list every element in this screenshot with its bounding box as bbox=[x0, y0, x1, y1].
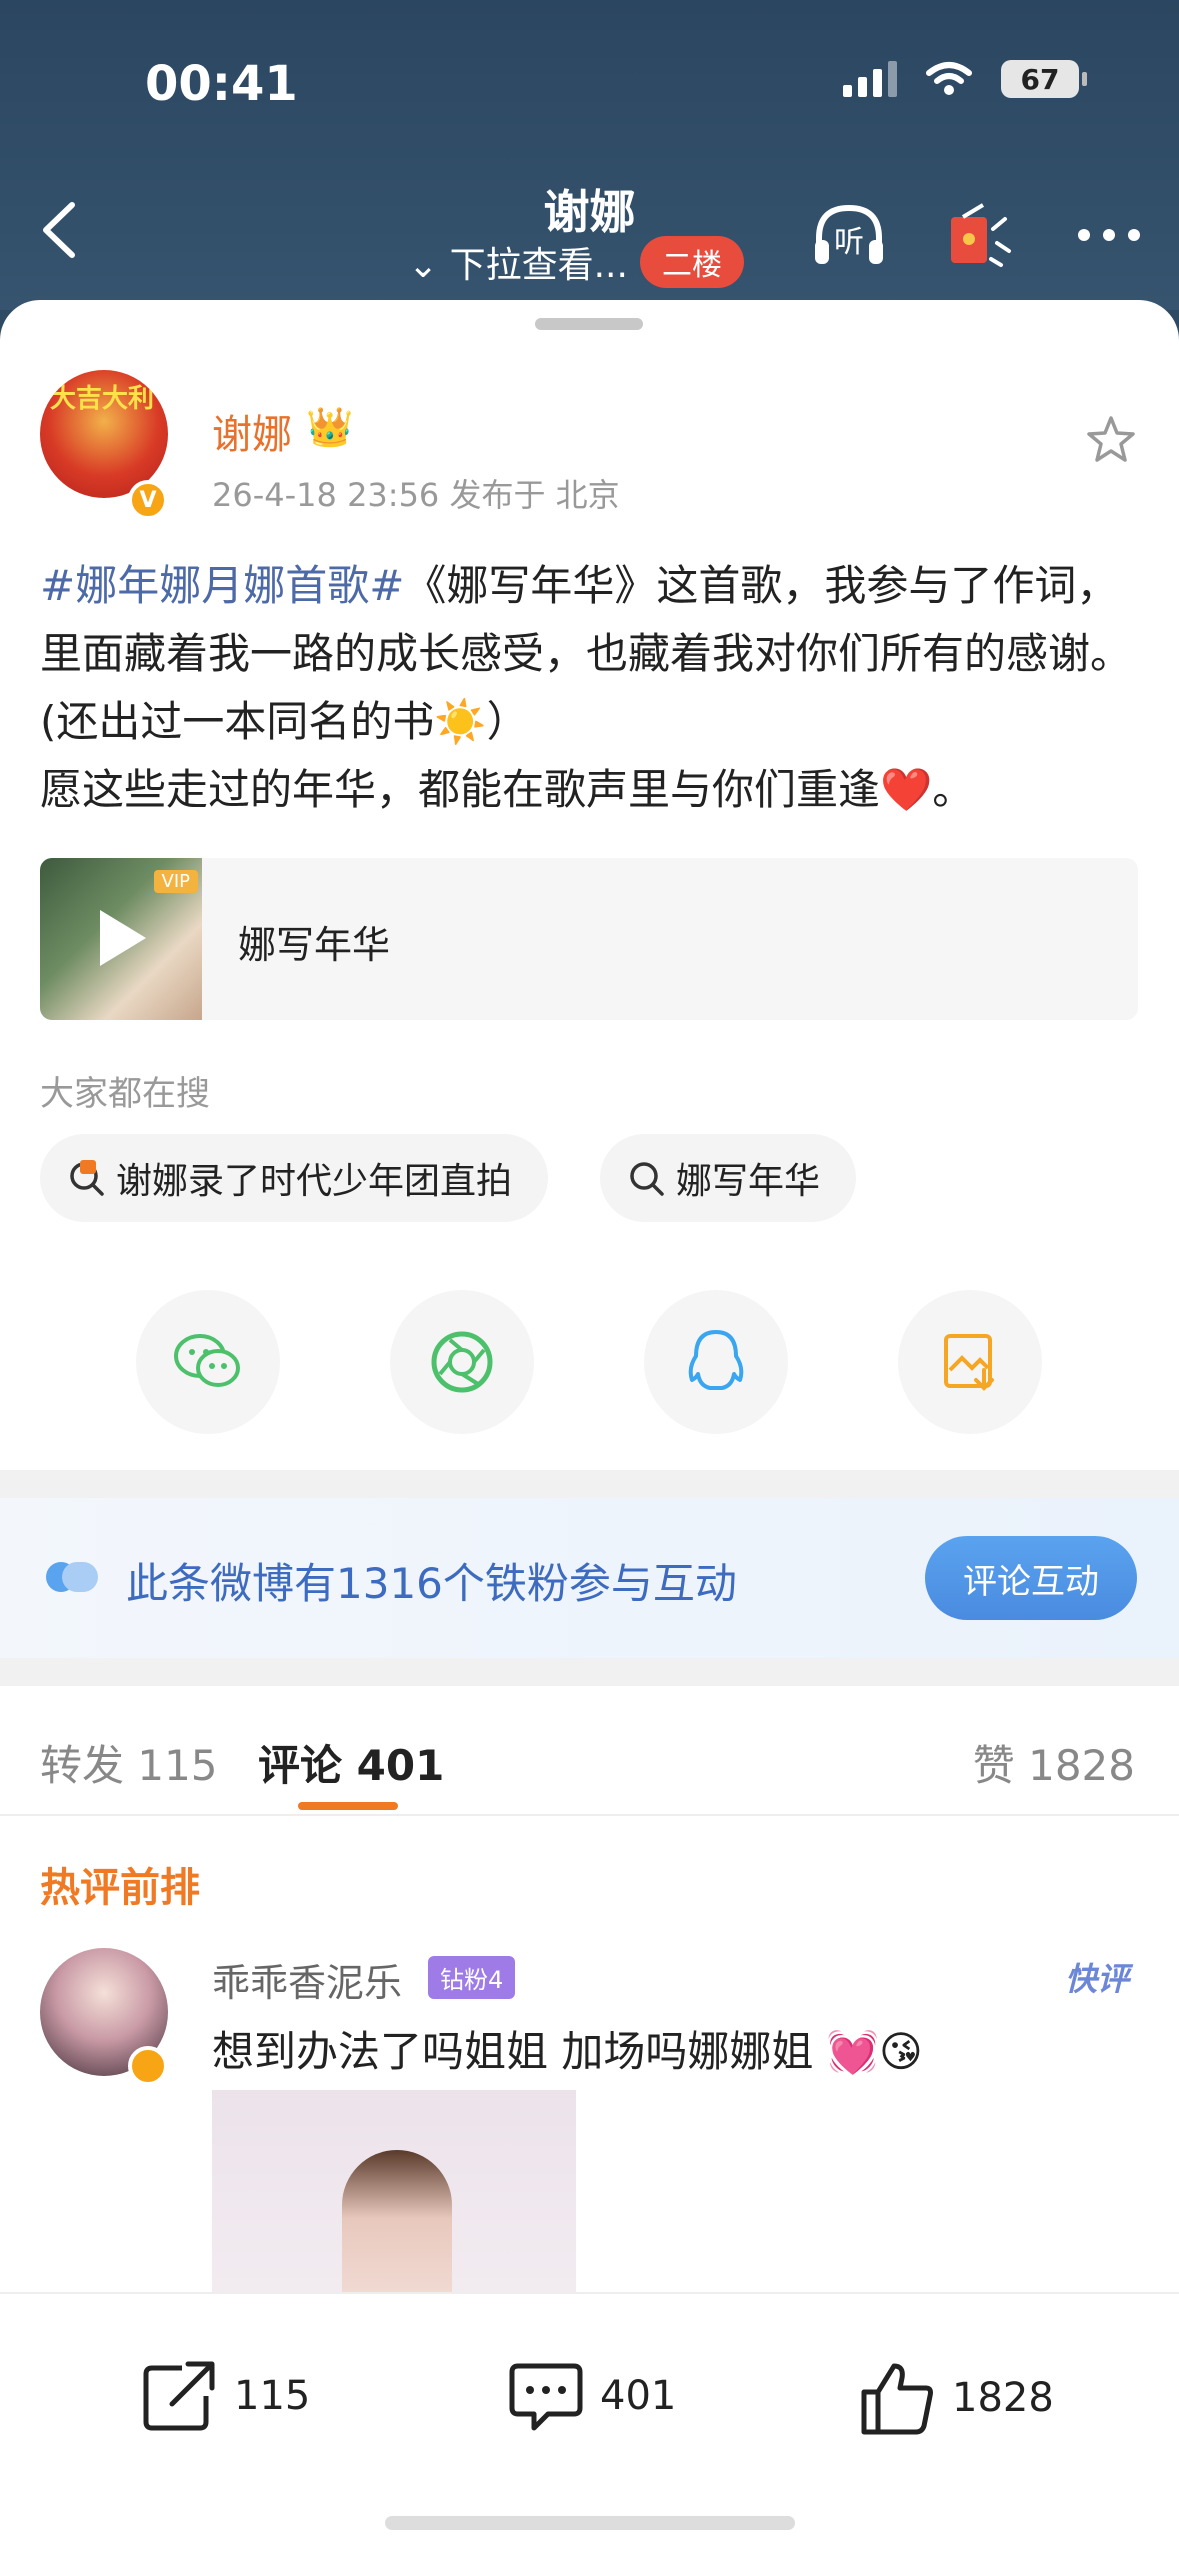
share-qq-button[interactable] bbox=[644, 1290, 788, 1434]
trending-search-label: 大家都在搜 bbox=[40, 1074, 210, 1114]
post-body: #娜年娜月娜首歌#《娜写年华》这首歌，我参与了作词，里面藏着我一路的成长感受，也… bbox=[40, 552, 1140, 824]
favorite-star-icon[interactable] bbox=[1083, 412, 1139, 468]
page-title: 谢娜 bbox=[543, 185, 636, 239]
tab-comments[interactable]: 评论 401 bbox=[258, 1732, 444, 1793]
comment-button[interactable]: 401 bbox=[508, 2360, 676, 2432]
pull-down-text: ⌄ 下拉查看... bbox=[408, 245, 628, 286]
wechat-icon bbox=[174, 1334, 240, 1387]
post-tabs: 转发 115 评论 401 赞 1828 bbox=[0, 1686, 1179, 1816]
moments-icon bbox=[431, 1331, 493, 1393]
music-card[interactable]: VIP 娜写年华 bbox=[40, 858, 1138, 1020]
status-icons: 67 bbox=[843, 60, 1087, 98]
like-button[interactable]: 1828 bbox=[860, 2360, 1054, 2436]
tab-likes[interactable]: 赞 1828 bbox=[973, 1732, 1135, 1793]
share-moments-button[interactable] bbox=[390, 1290, 534, 1434]
author-name[interactable]: 谢娜 bbox=[212, 402, 292, 460]
search-icon bbox=[630, 1162, 664, 1196]
sheet-drag-handle[interactable] bbox=[535, 318, 643, 330]
vip-tag: VIP bbox=[153, 870, 198, 893]
like-count: 1828 bbox=[952, 2375, 1054, 2421]
play-icon[interactable] bbox=[100, 910, 146, 966]
post-text-line2: 愿这些走过的年华，都能在歌声里与你们重逢❤️。 bbox=[40, 765, 975, 814]
hot-search-icon bbox=[70, 1160, 104, 1196]
battery-indicator: 67 bbox=[1001, 60, 1087, 98]
listen-button[interactable]: 听 bbox=[809, 195, 889, 275]
repost-button[interactable]: 115 bbox=[142, 2360, 310, 2432]
header-actions: 听 bbox=[809, 195, 1149, 275]
music-title: 娜写年华 bbox=[238, 923, 391, 967]
second-floor-badge[interactable]: 二楼 bbox=[639, 236, 744, 288]
comment-username[interactable]: 乖乖香泥乐 bbox=[212, 1952, 402, 2007]
active-tab-underline bbox=[298, 1802, 398, 1810]
post-hashtag[interactable]: #娜年娜月娜首歌# bbox=[40, 561, 404, 610]
thumbs-up-icon bbox=[861, 2363, 933, 2435]
verified-badge-icon: V bbox=[128, 480, 168, 520]
qq-icon bbox=[688, 1330, 744, 1390]
search-chip-label: 谢娜录了时代少年团直拍 bbox=[116, 1161, 513, 1202]
save-image-button[interactable] bbox=[898, 1290, 1042, 1434]
fans-banner-text: 此条微博有1316个铁粉参与互动 bbox=[126, 1559, 737, 1608]
more-dots-icon bbox=[1078, 229, 1140, 241]
signal-icon bbox=[843, 61, 897, 97]
headphones-icon: 听 bbox=[815, 204, 883, 264]
red-packet-button[interactable] bbox=[939, 195, 1019, 275]
repost-count: 115 bbox=[234, 2373, 311, 2419]
quick-comment-tag[interactable]: 快评 bbox=[1065, 1954, 1129, 2000]
home-indicator[interactable] bbox=[385, 2516, 795, 2530]
tab-repost[interactable]: 转发 115 bbox=[40, 1732, 218, 1793]
comment-interact-button[interactable]: 评论互动 bbox=[925, 1536, 1137, 1620]
pull-down-hint[interactable]: ⌄ 下拉查看... 二楼 bbox=[408, 236, 744, 288]
search-chip[interactable]: 娜写年华 bbox=[600, 1134, 857, 1222]
comment-count: 401 bbox=[600, 2373, 677, 2419]
post-sheet: 大吉大利 V 谢娜 👑 26-4-18 23:56 发布于 北京 #娜年娜月娜首… bbox=[0, 300, 1179, 2556]
top-bar: 00:41 67 谢娜 ⌄ 下拉查看... 二楼 听 bbox=[0, 0, 1179, 310]
music-cover: VIP bbox=[40, 858, 202, 1020]
author-avatar[interactable]: 大吉大利 bbox=[40, 370, 168, 498]
red-packet-icon bbox=[951, 203, 1011, 267]
avatar-caption: 大吉大利 bbox=[50, 384, 155, 414]
comment-text: 想到办法了吗姐姐 加场吗娜娜姐 💓😘 bbox=[212, 2027, 923, 2076]
fan-level-badge: 钻粉4 bbox=[428, 1956, 516, 1999]
wifi-icon bbox=[926, 62, 972, 95]
search-chip[interactable]: 谢娜录了时代少年团直拍 bbox=[40, 1134, 549, 1222]
more-button[interactable] bbox=[1069, 195, 1149, 275]
search-chip-label: 娜写年华 bbox=[676, 1161, 821, 1202]
comment-icon bbox=[509, 2363, 583, 2431]
verified-badge-icon bbox=[128, 2046, 168, 2086]
fans-pill-icon bbox=[46, 1562, 98, 1592]
hot-comments-label: 热评前排 bbox=[40, 1865, 200, 1911]
section-divider bbox=[0, 1470, 1179, 1498]
section-divider bbox=[0, 1658, 1179, 1686]
share-icon bbox=[143, 2361, 215, 2431]
post-meta: 26-4-18 23:56 发布于 北京 bbox=[212, 476, 620, 514]
listen-label: 听 bbox=[834, 225, 864, 260]
save-image-icon bbox=[944, 1334, 994, 1391]
status-time: 00:41 bbox=[145, 56, 298, 112]
fans-interaction-banner[interactable]: 此条微博有1316个铁粉参与互动 评论互动 bbox=[0, 1498, 1179, 1658]
share-wechat-button[interactable] bbox=[136, 1290, 280, 1434]
crown-icon: 👑 bbox=[306, 405, 354, 449]
